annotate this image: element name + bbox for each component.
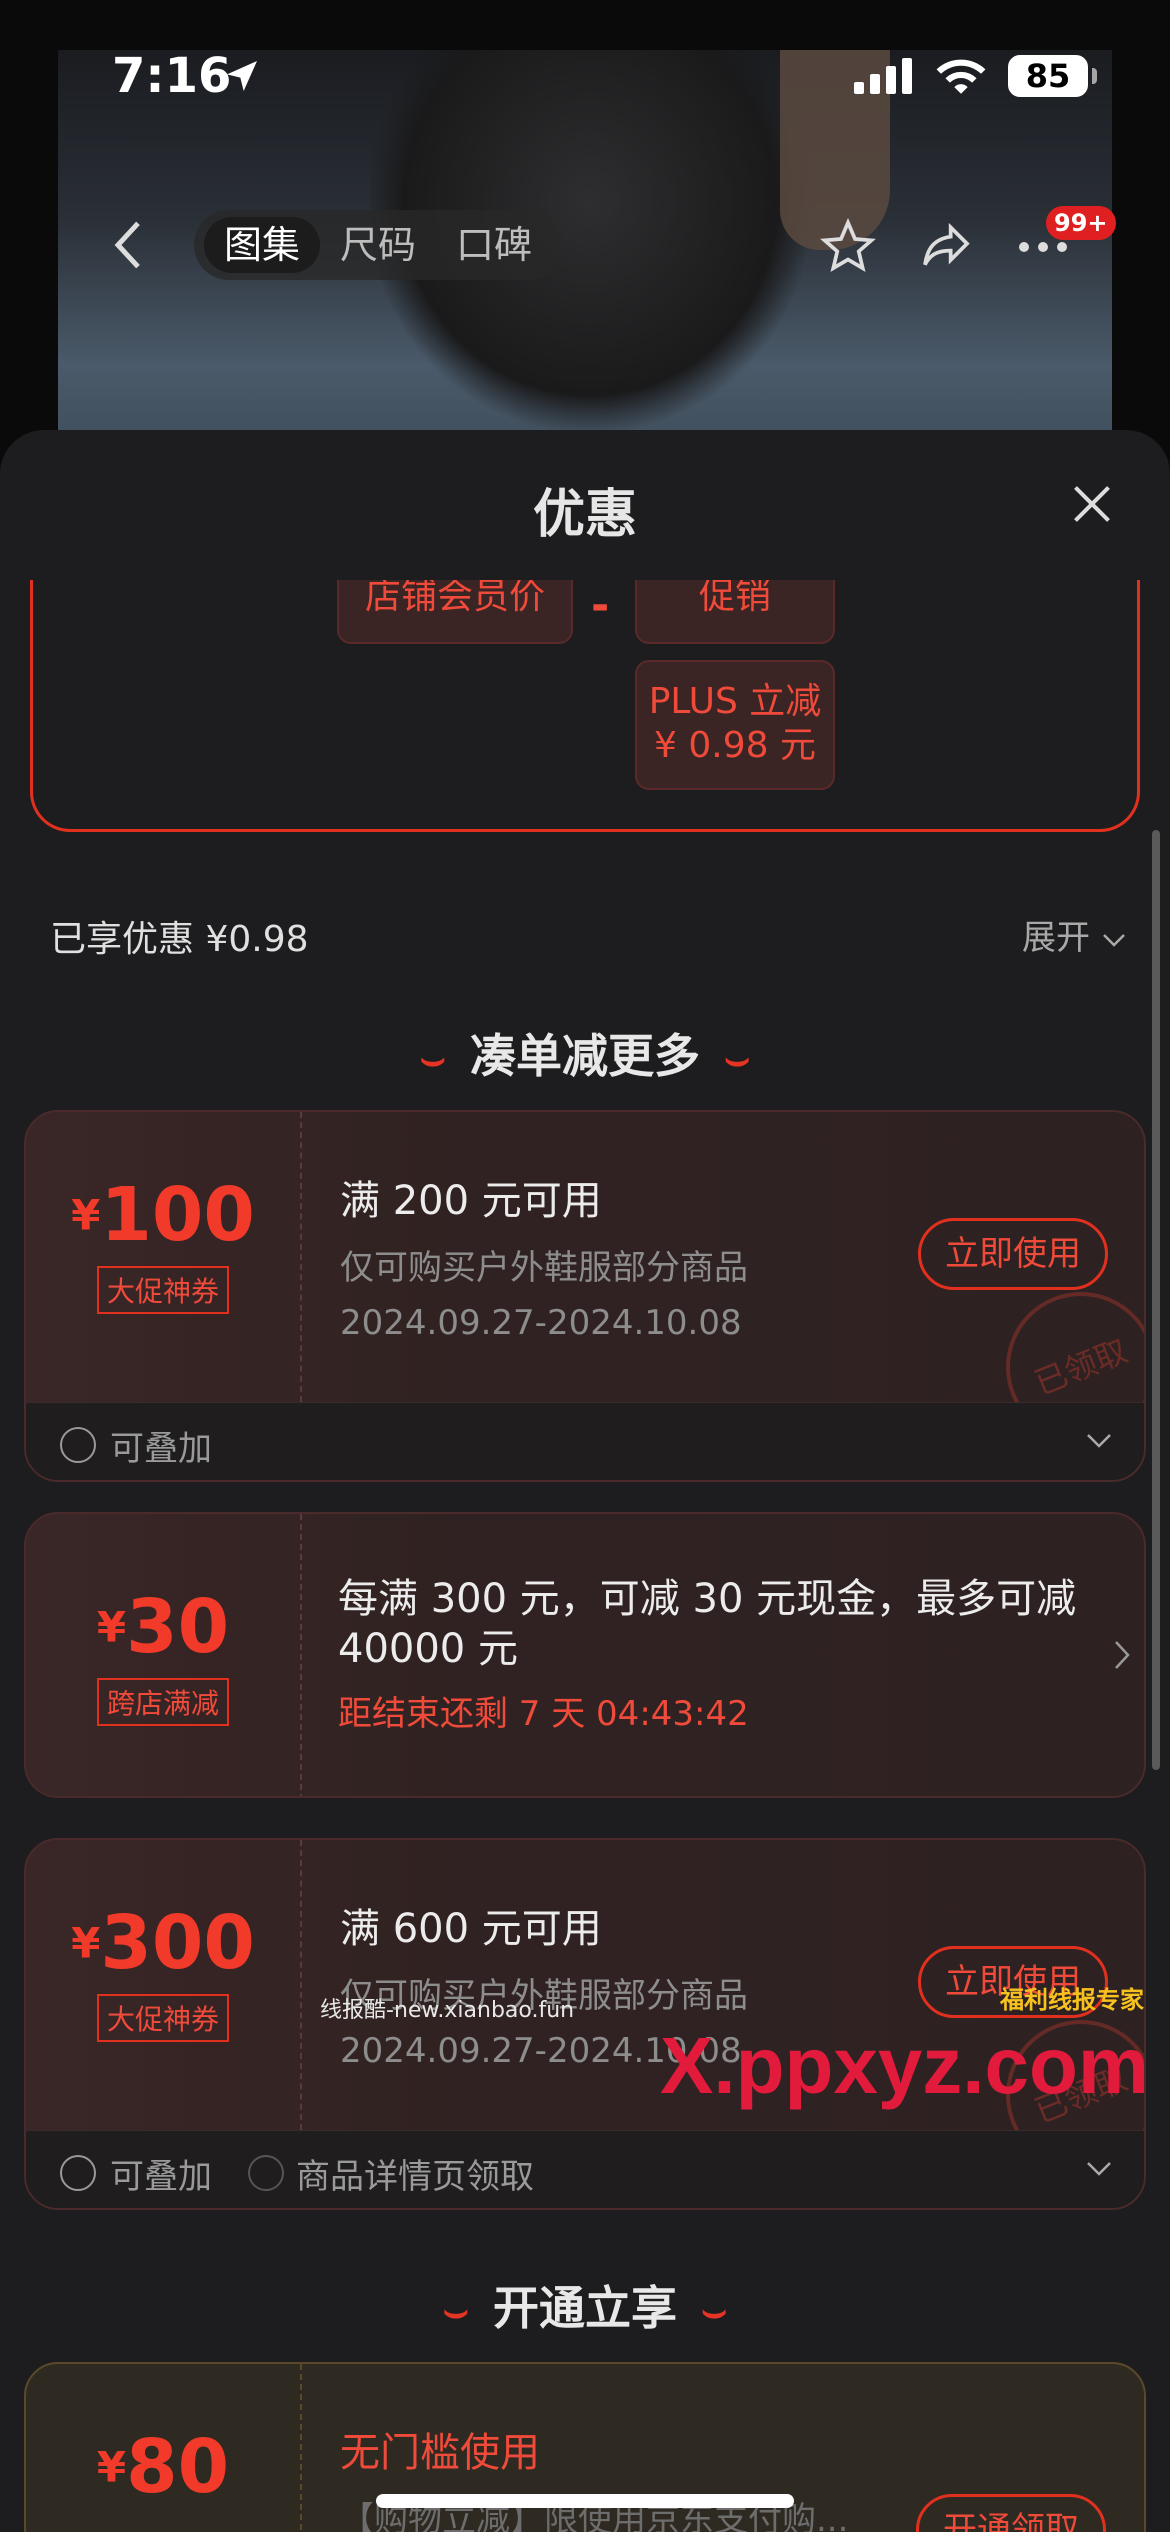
home-indicator[interactable]: [376, 2494, 794, 2508]
coupon-validity: 2024.09.27-2024.10.08: [340, 1303, 742, 1343]
coupon-value: ¥100 大促神券: [26, 1112, 302, 1402]
coupon-footer[interactable]: 可叠加 商品详情页领取: [26, 2130, 1144, 2208]
stackable-icon: [60, 1427, 96, 1463]
signal-icon: [854, 58, 912, 94]
open-claim-button[interactable]: 开通领取: [916, 2494, 1106, 2532]
favorite-star-icon[interactable]: [820, 218, 876, 274]
coupon-threshold: 无门槛使用: [340, 2430, 540, 2476]
chevron-right-icon: [1115, 1641, 1130, 1669]
coupon-amount: ¥80: [26, 2424, 300, 2510]
coupon-details: 每满 300 元，可减 30 元现金，最多可减 40000 元 距结束还剩 7 …: [338, 1574, 1108, 1735]
coupon-details: 无门槛使用 【购物立减】限使用京东支付购...: [340, 2420, 940, 2532]
coupon-type-tag: 大促神券: [96, 1994, 229, 2042]
plus-discount-amount: ¥ 0.98 元: [654, 725, 816, 766]
use-now-button[interactable]: 立即使用: [918, 1218, 1108, 1290]
tab-gallery[interactable]: 图集: [204, 217, 321, 273]
stackable-label: 可叠加: [110, 1429, 212, 1469]
coupon-footer[interactable]: 可叠加: [26, 1402, 1144, 1480]
close-icon[interactable]: [1070, 482, 1114, 526]
battery-tip: [1092, 68, 1097, 84]
claim-source-label: 商品详情页领取: [296, 2157, 534, 2197]
member-price-tag: 店铺会员价: [337, 580, 573, 644]
detail-page-icon: [248, 2155, 284, 2191]
message-badge: 99+: [1046, 206, 1116, 240]
battery-level: 85: [1008, 55, 1088, 97]
more-dots-icon[interactable]: [1018, 240, 1068, 254]
expand-label: 展开: [1022, 918, 1090, 958]
section-title-more-text: 凑单减更多: [470, 1029, 700, 1083]
chevron-down-icon: [1087, 1434, 1111, 1448]
section-title-more: ⌣ 凑单减更多 ⌣: [0, 1020, 1170, 1086]
product-tabs: 图集 尺码 口碑: [194, 210, 563, 280]
yen-sign: ¥: [96, 1602, 127, 1652]
tab-size[interactable]: 尺码: [320, 217, 436, 273]
coupon-card[interactable]: ¥100 大促神券 满 200 元可用 仅可购买户外鞋服部分商品 2024.09…: [24, 1110, 1146, 1482]
coupon-threshold: 满 200 元可用: [340, 1178, 602, 1224]
coupon-amount-number: 100: [100, 1172, 255, 1258]
coupon-details: 满 200 元可用 仅可购买户外鞋服部分商品 2024.09.27-2024.1…: [340, 1168, 940, 1343]
minus-operator: -: [591, 580, 610, 631]
watermark-brand: X.ppxyz.com: [660, 2021, 1150, 2110]
tab-reviews[interactable]: 口碑: [436, 217, 552, 273]
back-chevron-icon[interactable]: [108, 220, 148, 270]
plus-discount-title: PLUS 立减: [648, 681, 822, 722]
smile-deco-icon: ⌣: [724, 1036, 751, 1082]
yen-sign: ¥: [71, 1918, 101, 1968]
yen-sign: ¥: [71, 1190, 101, 1240]
status-bar: 7:16 85: [0, 0, 1170, 150]
stackable-icon: [60, 2155, 96, 2191]
smile-deco-icon: ⌣: [419, 1036, 446, 1082]
coupon-amount-number: 300: [100, 1900, 255, 1986]
wifi-icon: [936, 59, 986, 94]
coupon-value: ¥300 大促神券: [26, 1840, 302, 2130]
sheet-title: 优惠: [532, 485, 637, 545]
sheet-content: 店铺会员价 - 促销 PLUS 立减 ¥ 0.98 元 已享优惠 ¥0.98 展…: [0, 580, 1170, 2532]
smile-deco-icon: ⌣: [442, 2288, 469, 2334]
watermark-site: 线报酷-new.xianbao.fun: [320, 1998, 575, 2023]
coupon-scope: 仅可购买户外鞋服部分商品: [340, 1248, 748, 1288]
coupon-card[interactable]: ¥30 跨店满减 每满 300 元，可减 30 元现金，最多可减 40000 元…: [24, 1512, 1146, 1798]
chevron-down-icon: [1087, 2162, 1111, 2176]
coupon-amount-number: 30: [126, 1584, 230, 1670]
watermark-brand-small: 福利线报专家: [1000, 1986, 1144, 2014]
coupon-amount: ¥100: [26, 1172, 300, 1258]
section-title-open-text: 开通立享: [493, 2281, 677, 2335]
promo-tag: 促销: [635, 580, 835, 644]
coupon-type-tag: 大促神券: [96, 1266, 229, 1314]
coupon-countdown: 距结束还剩 7 天 04:43:42: [338, 1694, 749, 1734]
coupon-value: ¥30 跨店满减: [26, 1514, 302, 1796]
discount-sheet: 优惠 店铺会员价 - 促销 PLUS 立减 ¥ 0.98 元 已享优惠 ¥0.9…: [0, 430, 1170, 2532]
yen-sign: ¥: [96, 2442, 127, 2492]
coupon-amount-number: 80: [126, 2424, 230, 2510]
coupon-amount: ¥300: [26, 1900, 300, 1986]
coupon-main: ¥30 跨店满减 每满 300 元，可减 30 元现金，最多可减 40000 元…: [26, 1514, 1144, 1796]
price-breakdown: 店铺会员价 - 促销 PLUS 立减 ¥ 0.98 元: [30, 580, 1140, 832]
stackable-label: 可叠加: [110, 2157, 212, 2197]
coupon-rule: 每满 300 元，可减 30 元现金，最多可减 40000 元: [338, 1576, 1077, 1672]
chevron-down-icon: [1102, 934, 1125, 947]
smile-deco-icon: ⌣: [701, 2288, 728, 2334]
coupon-amount: ¥30: [26, 1584, 300, 1670]
enjoyed-discount: 已享优惠 ¥0.98: [50, 919, 309, 960]
coupon-threshold: 满 600 元可用: [340, 1906, 602, 1952]
section-title-open: ⌣ 开通立享 ⌣: [0, 2272, 1170, 2338]
location-arrow-icon: [227, 61, 257, 91]
coupon-value: ¥80: [26, 2364, 302, 2532]
plus-discount-tag: PLUS 立减 ¥ 0.98 元: [635, 660, 835, 790]
product-nav-bar: 图集 尺码 口碑 99+: [0, 200, 1170, 290]
share-arrow-icon[interactable]: [916, 218, 976, 274]
coupon-main: ¥100 大促神券 满 200 元可用 仅可购买户外鞋服部分商品 2024.09…: [26, 1112, 1144, 1465]
status-time: 7:16: [112, 48, 232, 104]
expand-link[interactable]: 展开: [1022, 910, 1127, 959]
coupon-type-tag: 跨店满减: [96, 1678, 229, 1726]
